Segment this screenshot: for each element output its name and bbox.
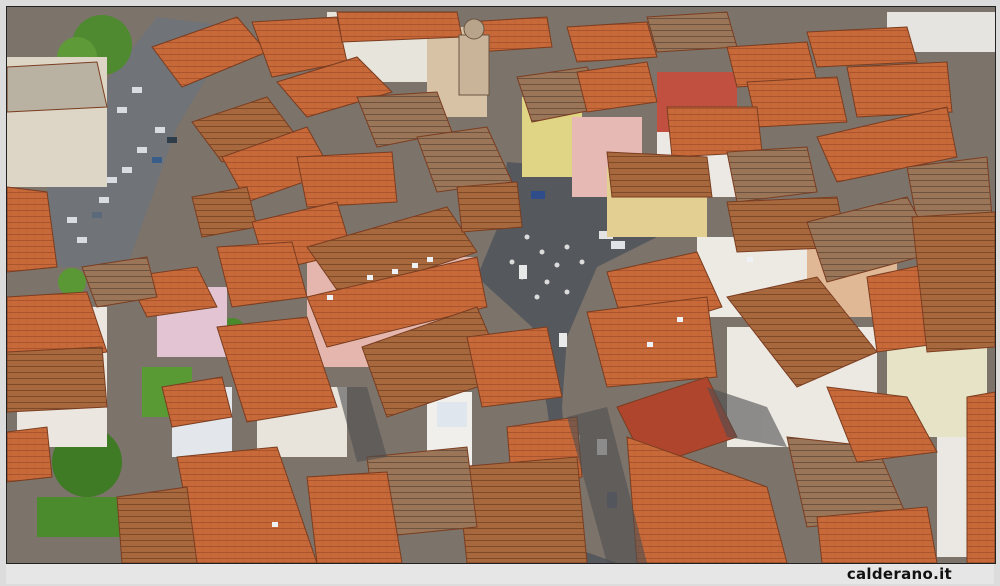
site-watermark: calderano.it	[846, 565, 952, 583]
aerial-town-illustration	[7, 7, 995, 563]
aerial-photo	[6, 6, 996, 564]
caption-bar: calderano.it	[6, 564, 994, 584]
photo-frame: calderano.it	[0, 0, 1000, 586]
